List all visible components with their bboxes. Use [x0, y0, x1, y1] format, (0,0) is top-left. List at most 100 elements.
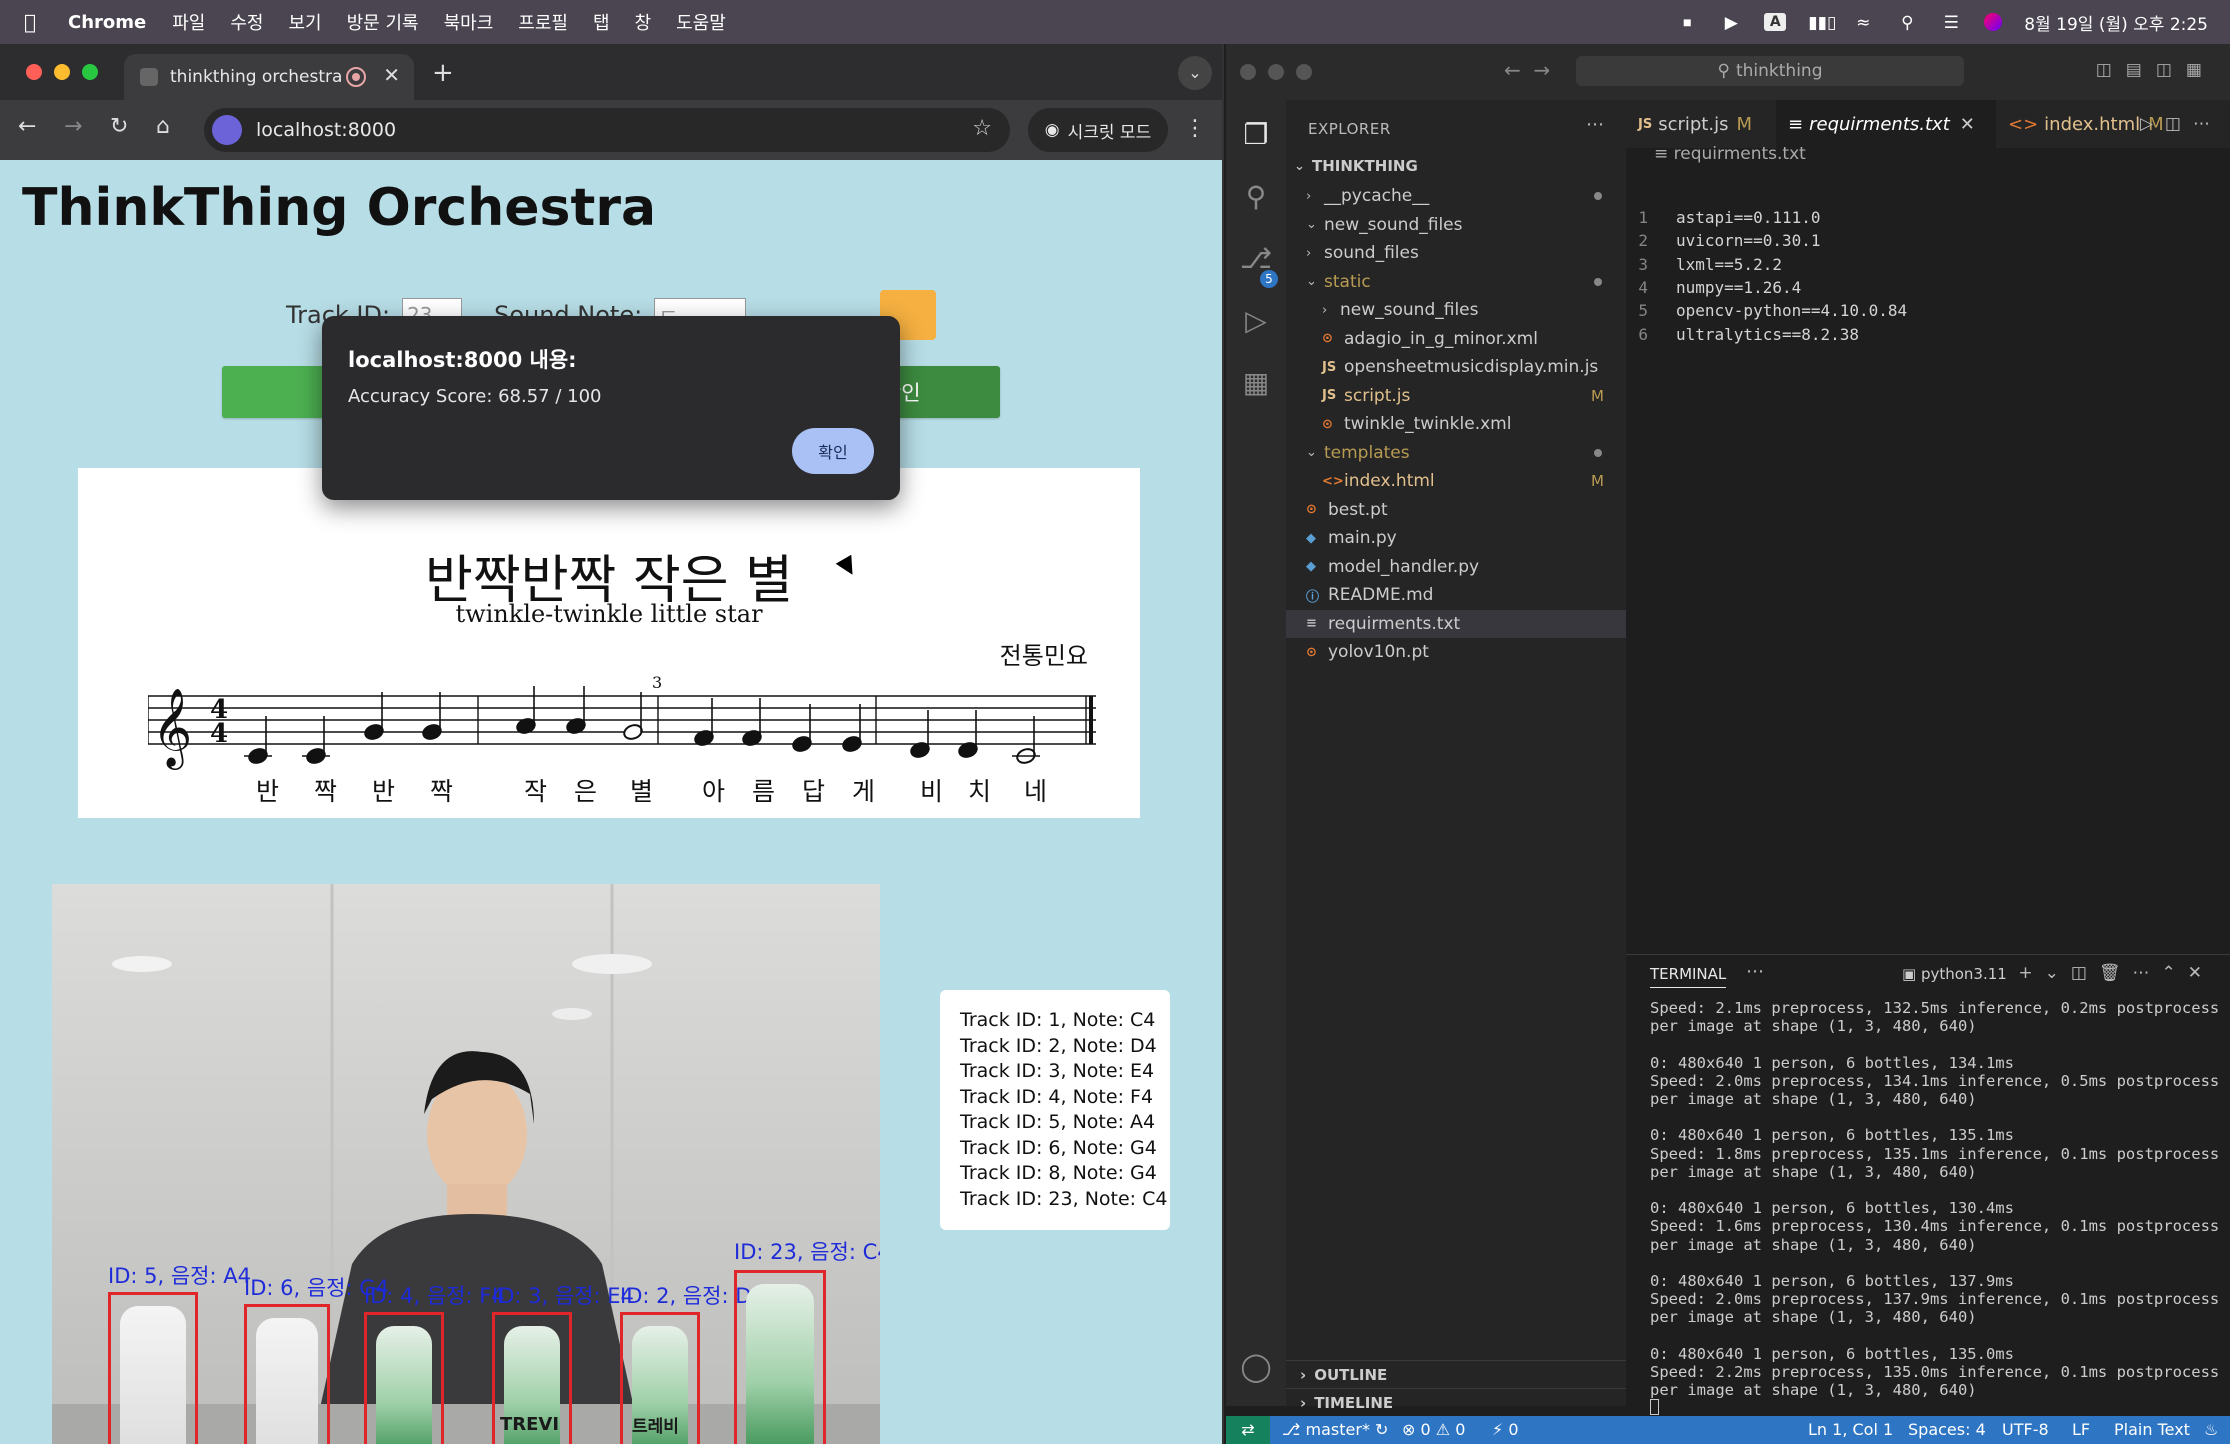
chrome-menu-icon[interactable]: ⋮ — [1184, 116, 1206, 141]
forward-arrow-icon[interactable]: → — [64, 114, 82, 139]
terminal-shell-selector[interactable]: ▣ python3.11 — [1902, 965, 2007, 983]
terminal-tab[interactable]: TERMINAL — [1650, 965, 1727, 988]
code-line[interactable]: 5 opencv-python==4.10.0.84 — [1626, 301, 1907, 324]
vscode-nav-arrows-icon[interactable]: ← → — [1504, 58, 1550, 82]
notifications-bell-icon[interactable]: ♨ — [2204, 1420, 2218, 1439]
cursor-position[interactable]: Ln 1, Col 1 — [1808, 1420, 1893, 1439]
indentation[interactable]: Spaces: 4 — [1908, 1420, 1986, 1439]
search-icon[interactable]: ⚲ — [1239, 180, 1273, 214]
stop-recording-icon[interactable]: ⏹ — [1676, 13, 1698, 33]
url-text[interactable]: localhost:8000 — [256, 119, 396, 141]
menu-tab[interactable]: 탭 — [593, 9, 610, 35]
back-arrow-icon[interactable]: ← — [18, 114, 36, 139]
problems-indicator[interactable]: ⊗ 0 ⚠ 0 — [1402, 1420, 1465, 1439]
site-info-icon[interactable] — [212, 115, 242, 145]
explorer-more-icon[interactable]: ⋯ — [1586, 114, 1604, 135]
menu-profiles[interactable]: 프로필 — [518, 9, 568, 35]
alert-ok-button[interactable]: 확인 — [792, 428, 874, 474]
file-tree-item[interactable]: › sound_files — [1286, 239, 1626, 267]
workspace-root[interactable]: ⌄ THINKTHING — [1286, 152, 1626, 180]
explorer-icon[interactable]: ❐ — [1239, 118, 1273, 152]
code-line[interactable]: 2 uvicorn==0.30.1 — [1626, 231, 1820, 254]
menubar-datetime[interactable]: 8월 19일 (월) 오후 2:25 — [2024, 10, 2208, 35]
app-menu-chrome[interactable]: Chrome — [68, 12, 146, 33]
menu-bookmarks[interactable]: 북마크 — [444, 9, 494, 35]
music-staff: 𝄞 4 4 3 — [148, 673, 1096, 770]
file-tree-item[interactable]: ◆ main.py — [1286, 524, 1626, 552]
spotlight-search-icon[interactable]: ⚲ — [1896, 13, 1918, 33]
file-tree-item[interactable]: ⊙ yolov10n.pt — [1286, 638, 1626, 666]
file-tree-item[interactable]: ≡ requirments.txt — [1286, 609, 1626, 638]
file-tree-item[interactable]: › __pycache__ — [1286, 182, 1626, 210]
menu-edit[interactable]: 수정 — [230, 9, 263, 35]
close-tab-icon[interactable]: ✕ — [1960, 114, 1975, 135]
accounts-icon[interactable]: ◯ — [1239, 1350, 1273, 1384]
file-tree-item[interactable]: ⊙ best.pt — [1286, 496, 1626, 524]
code-line[interactable]: 6 ultralytics==8.2.38 — [1626, 325, 1859, 348]
track-list-item: Track ID: 6, Note: G4 — [960, 1136, 1157, 1159]
play-icon[interactable]: ▶ — [1720, 13, 1742, 33]
editor-tab-script-js[interactable]: JS script.js M — [1626, 100, 1776, 148]
address-bar[interactable]: localhost:8000 ☆ — [204, 108, 1010, 152]
tab-search-chevron-icon[interactable]: ⌄ — [1178, 56, 1212, 90]
run-debug-icon[interactable]: ▷ — [1239, 304, 1273, 338]
file-tree-item[interactable]: JS script.js M — [1286, 382, 1626, 410]
reload-icon[interactable]: ↻ — [110, 114, 128, 139]
battery-icon[interactable]: ▮▮▯ — [1808, 13, 1836, 33]
menu-history[interactable]: 방문 기록 — [347, 9, 419, 35]
git-branch[interactable]: ⎇ master* ↻ — [1282, 1420, 1388, 1439]
panel-more-icon[interactable]: ⋯ — [1746, 961, 1764, 982]
home-icon[interactable]: ⌂ — [156, 114, 170, 139]
file-tree-item[interactable]: ◆ model_handler.py — [1286, 553, 1626, 581]
minimize-window-icon[interactable] — [54, 64, 70, 80]
editor-tab-index-html[interactable]: <> index.html M — [1996, 100, 2164, 148]
chevron-down-icon: ⌄ — [1294, 158, 1305, 174]
close-tab-icon[interactable]: ✕ — [383, 63, 400, 87]
breadcrumb[interactable]: ≡ requirments.txt — [1654, 144, 1806, 164]
vscode-close-icon[interactable] — [1240, 64, 1256, 80]
ports-indicator[interactable]: ⚡ 0 — [1492, 1420, 1519, 1439]
browser-tab[interactable]: thinkthing orchestra ✕ — [124, 54, 414, 100]
vscode-minimize-icon[interactable] — [1268, 64, 1284, 80]
wifi-icon[interactable]: ≈ — [1852, 13, 1874, 33]
apple-menu-icon[interactable]:  — [24, 10, 54, 34]
new-tab-icon[interactable]: + — [432, 58, 454, 88]
remote-indicator-icon[interactable]: ⇄ — [1226, 1416, 1270, 1444]
file-tree-item[interactable]: ⓘ README.md — [1286, 581, 1626, 609]
menu-window[interactable]: 창 — [635, 9, 652, 35]
file-tree-item[interactable]: ⊙ adagio_in_g_minor.xml — [1286, 325, 1626, 353]
input-source-icon[interactable]: A — [1764, 13, 1787, 31]
vscode-zoom-icon[interactable] — [1296, 64, 1312, 80]
siri-icon[interactable] — [1984, 13, 2003, 31]
menu-help[interactable]: 도움말 — [676, 9, 726, 35]
layout-toggle-icons[interactable]: ◫▤◫▦ — [2096, 60, 2216, 80]
code-line[interactable]: 4 numpy==1.26.4 — [1626, 278, 1801, 301]
menu-view[interactable]: 보기 — [288, 9, 321, 35]
command-center-search[interactable]: ⚲ thinkthing — [1576, 56, 1964, 86]
code-line[interactable]: 3 lxml==5.2.2 — [1626, 255, 1782, 278]
timeline-section[interactable]: › TIMELINE — [1286, 1388, 1626, 1416]
file-tree-item[interactable]: ⌄ static — [1286, 268, 1626, 296]
file-tree-item[interactable]: ⌄ templates — [1286, 439, 1626, 467]
file-tree-item[interactable]: ⌄ new_sound_files — [1286, 211, 1626, 239]
bookmark-star-icon[interactable]: ☆ — [972, 116, 992, 141]
editor-tab-requirments-txt[interactable]: ≡ requirments.txt ✕ — [1776, 100, 1996, 148]
control-center-icon[interactable]: ☰ — [1940, 13, 1962, 33]
encoding[interactable]: UTF-8 — [2002, 1420, 2049, 1439]
extensions-icon[interactable]: ▦ — [1239, 366, 1273, 400]
file-tree-item[interactable]: › new_sound_files — [1286, 296, 1626, 324]
menu-file[interactable]: 파일 — [172, 9, 205, 35]
terminal-actions-icons[interactable]: +⌄◫🗑⋯⌃✕ — [2018, 963, 2214, 983]
file-tree-item[interactable]: ⊙ twinkle_twinkle.xml — [1286, 410, 1626, 438]
close-window-icon[interactable] — [26, 64, 42, 80]
zoom-window-icon[interactable] — [82, 64, 98, 80]
language-mode[interactable]: Plain Text — [2114, 1420, 2190, 1439]
end-of-line[interactable]: LF — [2072, 1420, 2090, 1439]
code-line[interactable]: 1 astapi==0.111.0 — [1626, 208, 1820, 231]
file-tree-item[interactable]: JS opensheetmusicdisplay.min.js — [1286, 353, 1626, 381]
file-tree-item[interactable]: <> index.html M — [1286, 467, 1626, 495]
outline-section[interactable]: › OUTLINE — [1286, 1360, 1626, 1388]
editor-actions-icons[interactable]: ▷◫⋯ — [2140, 114, 2222, 134]
incognito-mode-button[interactable]: ◉ 시크릿 모드 — [1028, 108, 1168, 152]
lyric-syllable: 짝 — [314, 777, 338, 806]
